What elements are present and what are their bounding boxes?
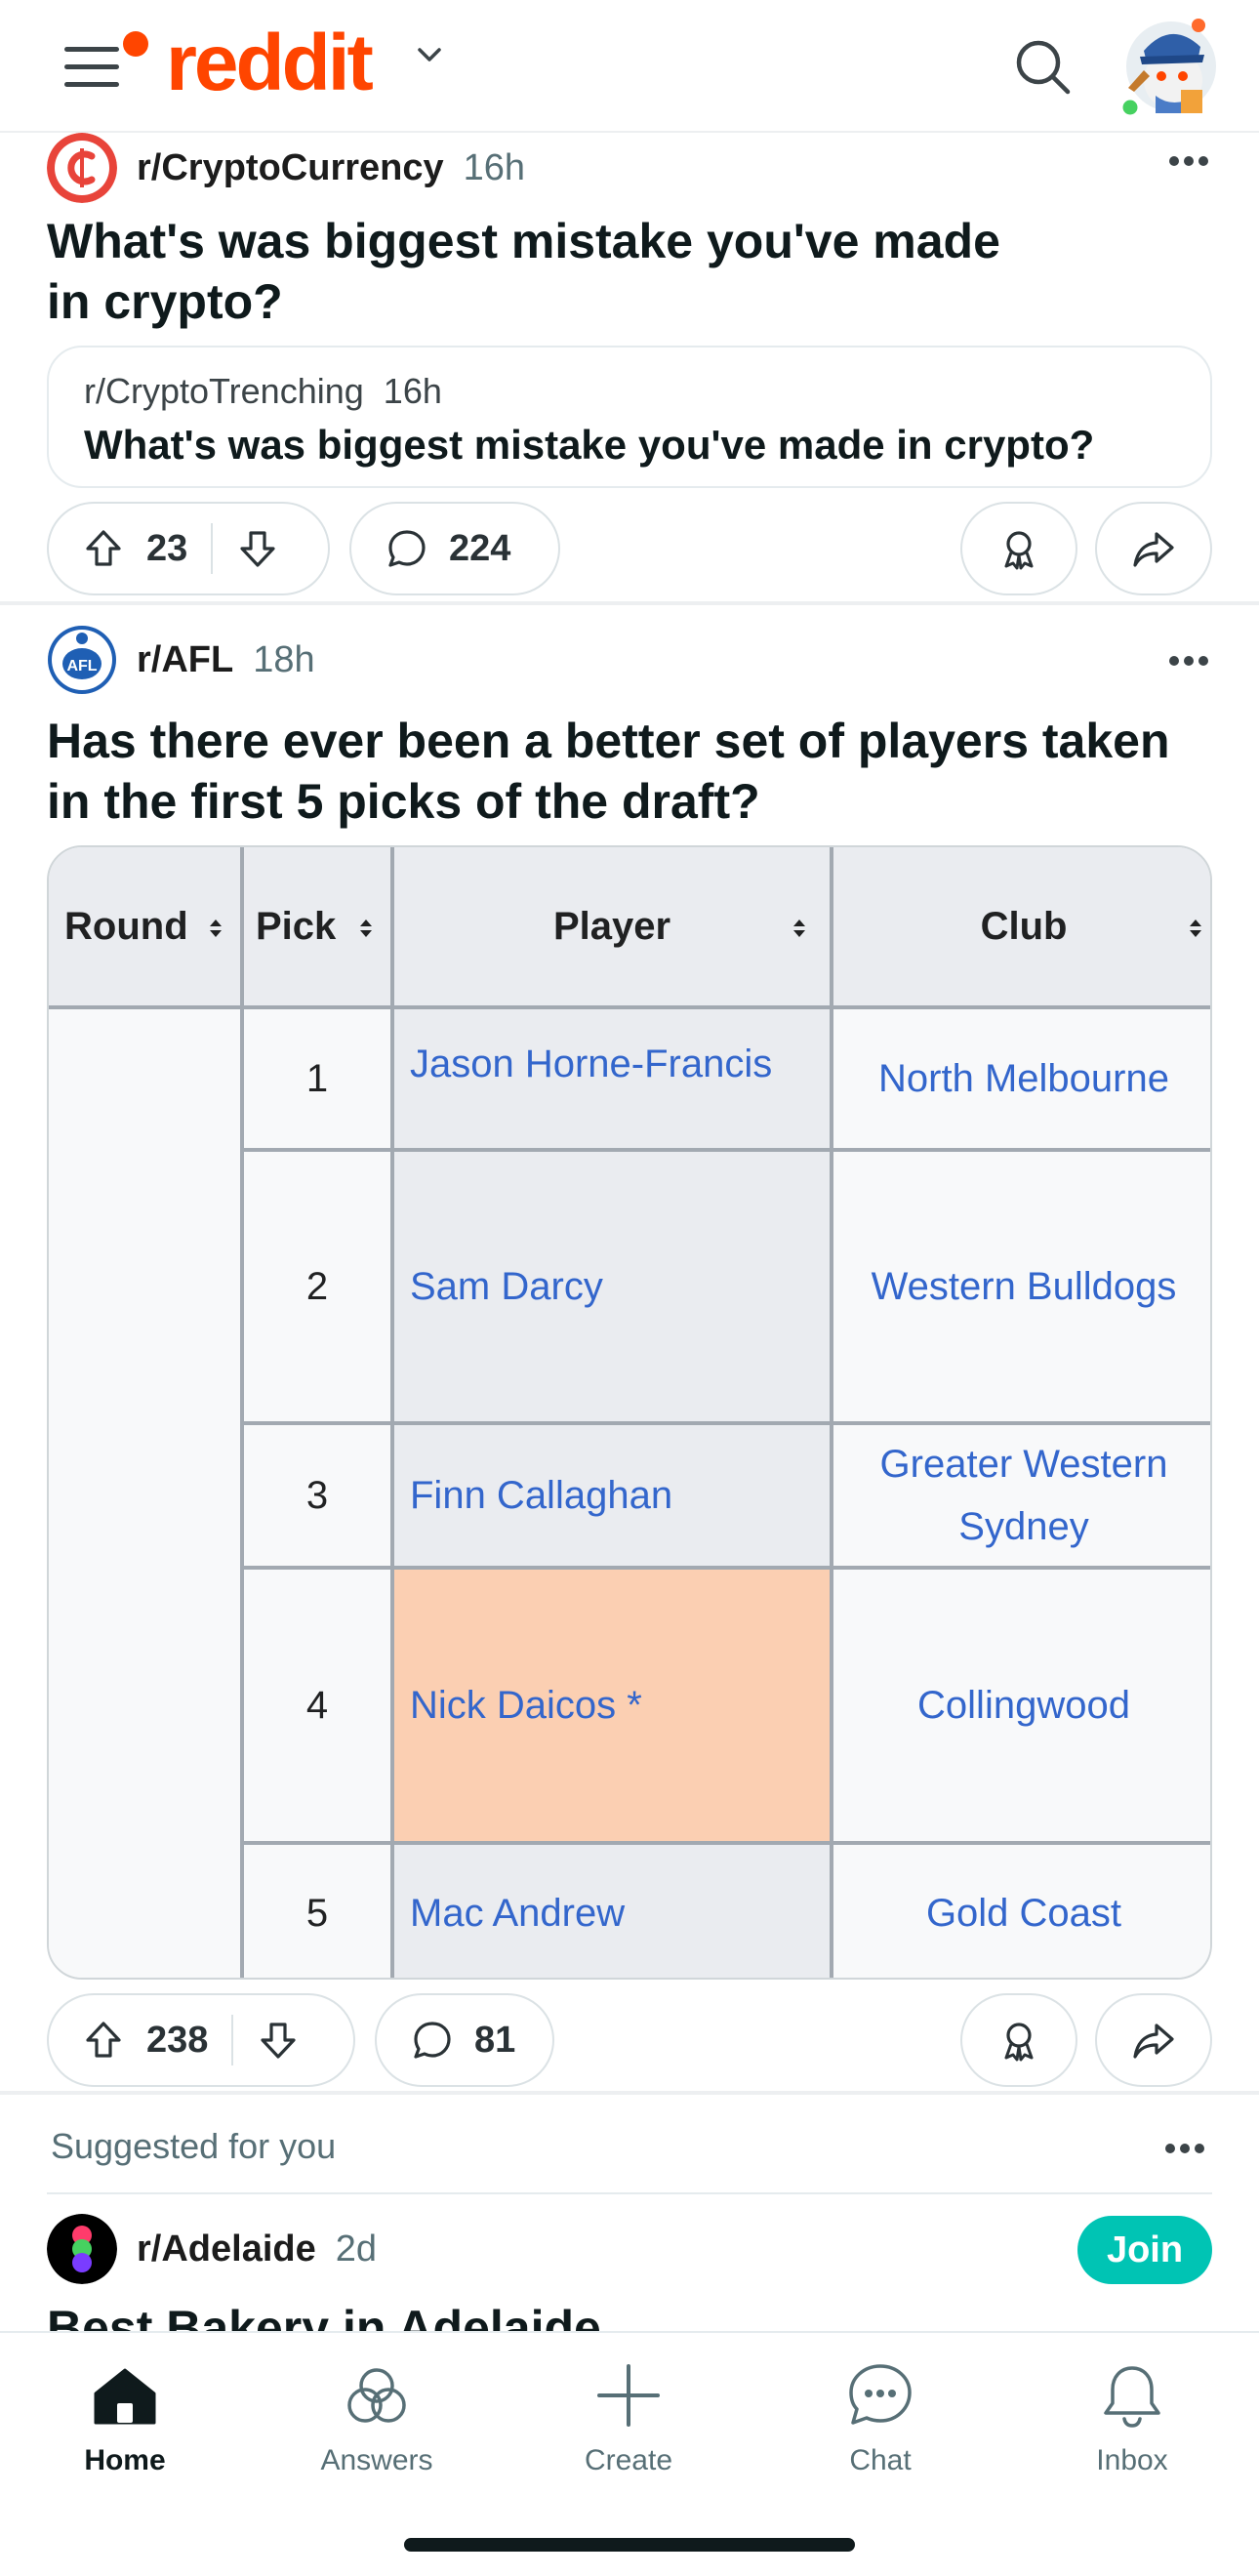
table-cell-pick: 4: [244, 1570, 394, 1845]
award-button[interactable]: [960, 502, 1077, 595]
award-icon: [1004, 531, 1034, 570]
post-title[interactable]: What's was biggest mistake you've made i…: [47, 211, 1198, 332]
sort-icon: [793, 920, 805, 937]
share-icon: [1133, 532, 1174, 567]
nav-create[interactable]: Create: [531, 2360, 726, 2507]
crosspost-subreddit[interactable]: r/CryptoTrenching: [84, 371, 364, 411]
comment-count: 81: [474, 2019, 516, 2061]
table-cell-player[interactable]: Sam Darcy: [394, 1152, 833, 1425]
bell-icon: [1104, 2366, 1160, 2428]
table-cell-pick: 5: [244, 1845, 394, 1978]
post-actions: 23 224: [47, 502, 1212, 595]
suggested-post-header[interactable]: r/Adelaide 2d: [47, 2214, 377, 2284]
nav-label: Answers: [320, 2444, 433, 2476]
upvote-icon[interactable]: [82, 527, 125, 570]
share-button[interactable]: [1095, 502, 1212, 595]
reddit-logo[interactable]: reddit: [166, 18, 374, 109]
downvote-icon[interactable]: [236, 527, 279, 570]
more-options-icon[interactable]: [1165, 2144, 1204, 2155]
post-actions: 238 81: [47, 1993, 1212, 2087]
vote-control: 238: [47, 1993, 355, 2087]
share-icon: [1133, 2024, 1174, 2059]
post-title[interactable]: Has there ever been a better set of play…: [47, 711, 1198, 832]
upvote-count: 23: [146, 527, 188, 569]
draft-table: Round Pick Player Club 1 Jason Horne-Fra…: [49, 847, 1210, 1978]
nav-inbox[interactable]: Inbox: [1035, 2360, 1230, 2507]
home-indicator[interactable]: [404, 2538, 855, 2552]
subreddit-icon[interactable]: AFL: [47, 625, 117, 695]
sort-icon: [360, 920, 372, 937]
crosspost-title: What's was biggest mistake you've made i…: [84, 422, 1095, 468]
vote-control: 23: [47, 502, 330, 595]
post-time: 16h: [463, 146, 526, 188]
upvote-count: 238: [146, 2019, 209, 2061]
post-card[interactable]: r/CryptoCurrency 16h What's was biggest …: [0, 133, 1259, 605]
award-button[interactable]: [960, 1993, 1077, 2087]
post-time: 18h: [253, 638, 315, 680]
table-cell-club[interactable]: Gold Coast: [833, 1845, 1210, 1978]
table-cell-player[interactable]: Mac Andrew: [394, 1845, 833, 1978]
notification-dot: [123, 31, 148, 57]
plus-icon: [597, 2364, 660, 2427]
subreddit-name[interactable]: r/AFL: [137, 639, 233, 681]
table-cell-pick: 2: [244, 1152, 394, 1425]
table-cell-club[interactable]: North Melbourne: [833, 1009, 1210, 1152]
table-cell-pick: 3: [244, 1425, 394, 1570]
app-header: reddit: [0, 0, 1259, 133]
share-button[interactable]: [1095, 1993, 1212, 2087]
table-cell-pick: 1: [244, 1009, 394, 1152]
crosspost-meta: r/CryptoTrenching 16h: [84, 371, 442, 412]
search-icon[interactable]: [1011, 35, 1074, 98]
award-icon: [1004, 2023, 1034, 2062]
join-button[interactable]: Join: [1077, 2216, 1212, 2284]
sort-icon: [1190, 920, 1201, 937]
nav-home[interactable]: Home: [27, 2360, 223, 2507]
answers-icon: [347, 2368, 406, 2423]
nav-chat[interactable]: Chat: [783, 2360, 978, 2507]
nav-label: Create: [584, 2444, 673, 2476]
subreddit-name[interactable]: r/Adelaide: [137, 2228, 316, 2270]
post-card[interactable]: AFL r/AFL 18h Has there ever been a bett…: [0, 609, 1259, 2095]
column-header-round: Round: [49, 847, 244, 1009]
column-header-player: Player: [394, 847, 833, 1009]
subreddit-name[interactable]: r/CryptoCurrency: [137, 147, 444, 189]
column-header-pick: Pick: [244, 847, 394, 1009]
upvote-icon[interactable]: [82, 2019, 125, 2062]
subreddit-icon[interactable]: [47, 2214, 117, 2284]
round-cell: [49, 1009, 244, 1978]
more-options-icon[interactable]: [1169, 156, 1208, 168]
nav-label: Home: [84, 2444, 166, 2476]
downvote-icon[interactable]: [257, 2019, 300, 2062]
chevron-down-icon[interactable]: [414, 39, 445, 70]
table-cell-player-highlighted[interactable]: Nick Daicos *: [394, 1570, 833, 1845]
menu-icon[interactable]: [64, 31, 148, 88]
comments-button[interactable]: 224: [349, 502, 560, 595]
crosspost-card[interactable]: r/CryptoTrenching 16h What's was biggest…: [47, 346, 1212, 488]
chat-icon: [849, 2364, 912, 2425]
table-cell-club[interactable]: Western Bulldogs: [833, 1152, 1210, 1425]
post-time: 2d: [335, 2228, 378, 2269]
crosspost-time: 16h: [383, 371, 442, 411]
divider: [47, 2192, 1212, 2194]
table-cell-player[interactable]: Jason Horne-Francis: [394, 1009, 833, 1152]
home-icon: [94, 2368, 156, 2425]
post-image-table[interactable]: Round Pick Player Club 1 Jason Horne-Fra…: [47, 845, 1212, 1980]
comment-icon: [388, 530, 426, 567]
nav-label: Chat: [849, 2444, 912, 2476]
nav-answers[interactable]: Answers: [279, 2360, 474, 2507]
table-cell-player[interactable]: Finn Callaghan: [394, 1425, 833, 1570]
table-cell-club[interactable]: Collingwood: [833, 1570, 1210, 1845]
sort-icon: [210, 920, 222, 937]
avatar[interactable]: [1115, 12, 1220, 117]
subreddit-icon[interactable]: [47, 133, 117, 203]
comments-button[interactable]: 81: [375, 1993, 554, 2087]
svg-text:AFL: AFL: [66, 658, 97, 675]
suggested-label: Suggested for you: [51, 2126, 337, 2166]
comment-icon: [414, 2022, 451, 2059]
comment-count: 224: [449, 527, 511, 569]
table-cell-club[interactable]: Greater Western Sydney: [833, 1425, 1210, 1570]
column-header-club: Club: [833, 847, 1210, 1009]
more-options-icon[interactable]: [1169, 656, 1208, 668]
nav-label: Inbox: [1096, 2444, 1168, 2476]
